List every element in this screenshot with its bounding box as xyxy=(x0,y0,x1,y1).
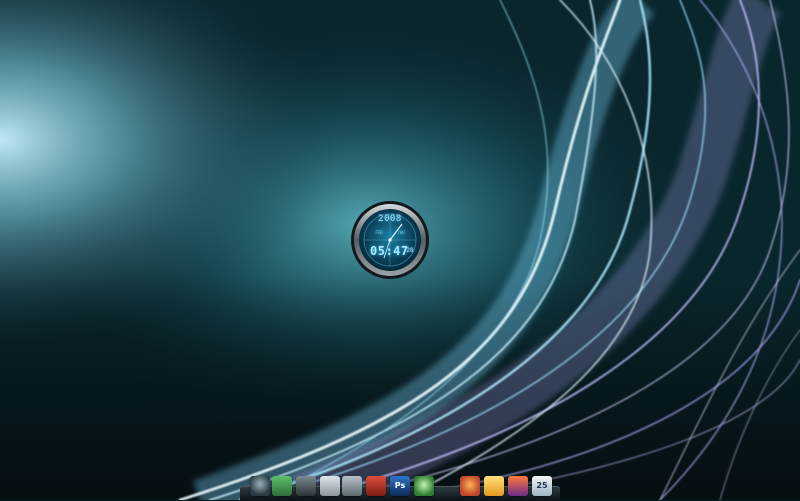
dock-bar: Ps 25 xyxy=(240,474,560,501)
recycle-bin-icon[interactable] xyxy=(342,476,362,496)
documents-icon[interactable] xyxy=(320,476,340,496)
folder-icon[interactable] xyxy=(296,476,316,496)
browser-icon[interactable] xyxy=(460,476,480,496)
clock-year: 2008 xyxy=(378,214,402,224)
clock-face xyxy=(351,201,429,279)
clock-month: FEB xyxy=(375,230,383,235)
media-icon[interactable] xyxy=(366,476,386,496)
start-orb-icon[interactable] xyxy=(250,476,270,496)
photoshop-icon[interactable]: Ps xyxy=(390,476,410,496)
files-icon[interactable] xyxy=(272,476,292,496)
clock-date: 28 xyxy=(406,247,414,254)
tools-icon[interactable] xyxy=(508,476,528,496)
clock-widget[interactable]: 2008 FEB THU 05:47 28 xyxy=(350,200,430,280)
calendar-label: 25 xyxy=(536,481,548,490)
calendar-icon[interactable]: 25 xyxy=(532,476,552,496)
photoshop-label: Ps xyxy=(394,481,406,490)
clock-weekday: THU xyxy=(397,230,405,235)
hand-icon[interactable] xyxy=(414,476,434,496)
clock-time: 05:47 xyxy=(370,244,409,258)
mail-icon[interactable] xyxy=(484,476,504,496)
